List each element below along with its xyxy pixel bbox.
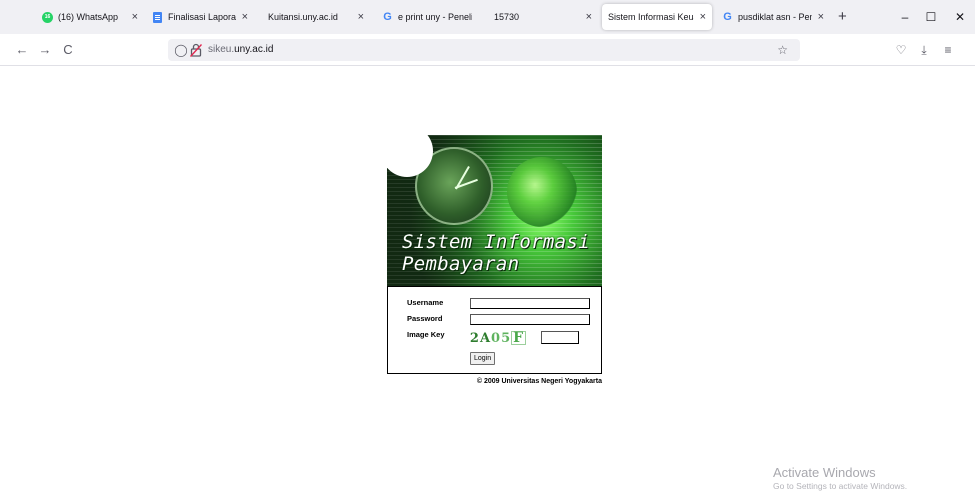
activate-windows-watermark: Activate Windows Go to Settings to activ… [773,465,908,491]
password-input[interactable] [470,314,590,325]
insecure-lock-icon[interactable] [189,43,203,57]
tab-kuitansi[interactable]: Kuitansi.uny.ac.id × [262,4,370,30]
browser-tab-strip: (16) WhatsApp × Finalisasi Laporan D × K… [0,0,975,34]
close-icon[interactable]: × [700,11,706,23]
navigation-bar: ← → C ◯ sikeu.uny.ac.id ☆ ♡ ⤓ ≡ [0,34,975,66]
tab-15730[interactable]: 15730 × [488,4,598,30]
username-label: Username [407,298,444,307]
close-icon[interactable]: × [818,11,824,23]
minimize-button[interactable]: – [895,4,915,30]
tab-label: (16) WhatsApp [58,12,119,22]
google-docs-icon [152,11,163,23]
login-panel: Sistem Informasi Pembayaran Username Pas… [387,135,602,385]
globe-graphic [507,157,577,227]
whatsapp-icon [42,11,53,23]
url-text[interactable]: sikeu.uny.ac.id [208,39,273,61]
imagekey-label: Image Key [407,330,445,339]
close-icon[interactable]: × [358,11,364,23]
close-icon[interactable]: × [242,11,248,23]
banner-title: Sistem Informasi Pembayaran [402,231,590,275]
tab-label: Finalisasi Laporan D [168,12,236,22]
downloads-icon[interactable]: ⤓ [916,41,932,59]
username-input[interactable] [470,298,590,309]
close-icon[interactable]: × [132,11,138,23]
shield-icon[interactable]: ◯ [174,42,188,58]
maximize-button[interactable]: ☐ [921,4,941,30]
login-button[interactable]: Login [470,352,496,365]
copyright-text: © 2009 Universitas Negeri Yogyakarta [476,378,602,385]
header-banner: Sistem Informasi Pembayaran [387,135,602,286]
new-tab-button[interactable]: + [838,4,847,30]
google-icon: G [383,10,392,23]
tab-whatsapp[interactable]: (16) WhatsApp × [36,4,144,30]
menu-icon[interactable]: ≡ [940,41,956,59]
pocket-icon[interactable]: ♡ [893,41,909,59]
address-bar[interactable]: ◯ sikeu.uny.ac.id ☆ [168,39,800,61]
close-icon[interactable]: × [586,11,592,23]
tab-label: Kuitansi.uny.ac.id [268,12,338,22]
tab-label: Sistem Informasi Keuan [608,12,694,22]
login-form: Username Password Image Key 2A 05 F Login [387,286,602,374]
tab-eprint-uny[interactable]: G e print uny - Peneli [376,4,478,30]
captcha-image: 2A 05 F [469,330,527,346]
password-label: Password [407,314,443,323]
tab-label: pusdiklat asn - Pen [738,12,812,22]
forward-button[interactable]: → [37,41,53,59]
tab-label: 15730 [494,12,520,22]
reload-button[interactable]: C [60,41,76,59]
tab-sistem-informasi-keuangan[interactable]: Sistem Informasi Keuan × [602,4,712,30]
close-window-button[interactable]: ✕ [950,4,970,30]
back-button[interactable]: ← [14,41,30,59]
tab-finalisasi-laporan[interactable]: Finalisasi Laporan D × [146,4,254,30]
tab-label: e print uny - Peneli [398,12,472,22]
google-icon: G [723,10,732,23]
imagekey-input[interactable] [541,331,579,344]
bookmark-star-icon[interactable]: ☆ [777,39,788,61]
tab-pusdiklat-asn[interactable]: G pusdiklat asn - Pen × [716,4,830,30]
